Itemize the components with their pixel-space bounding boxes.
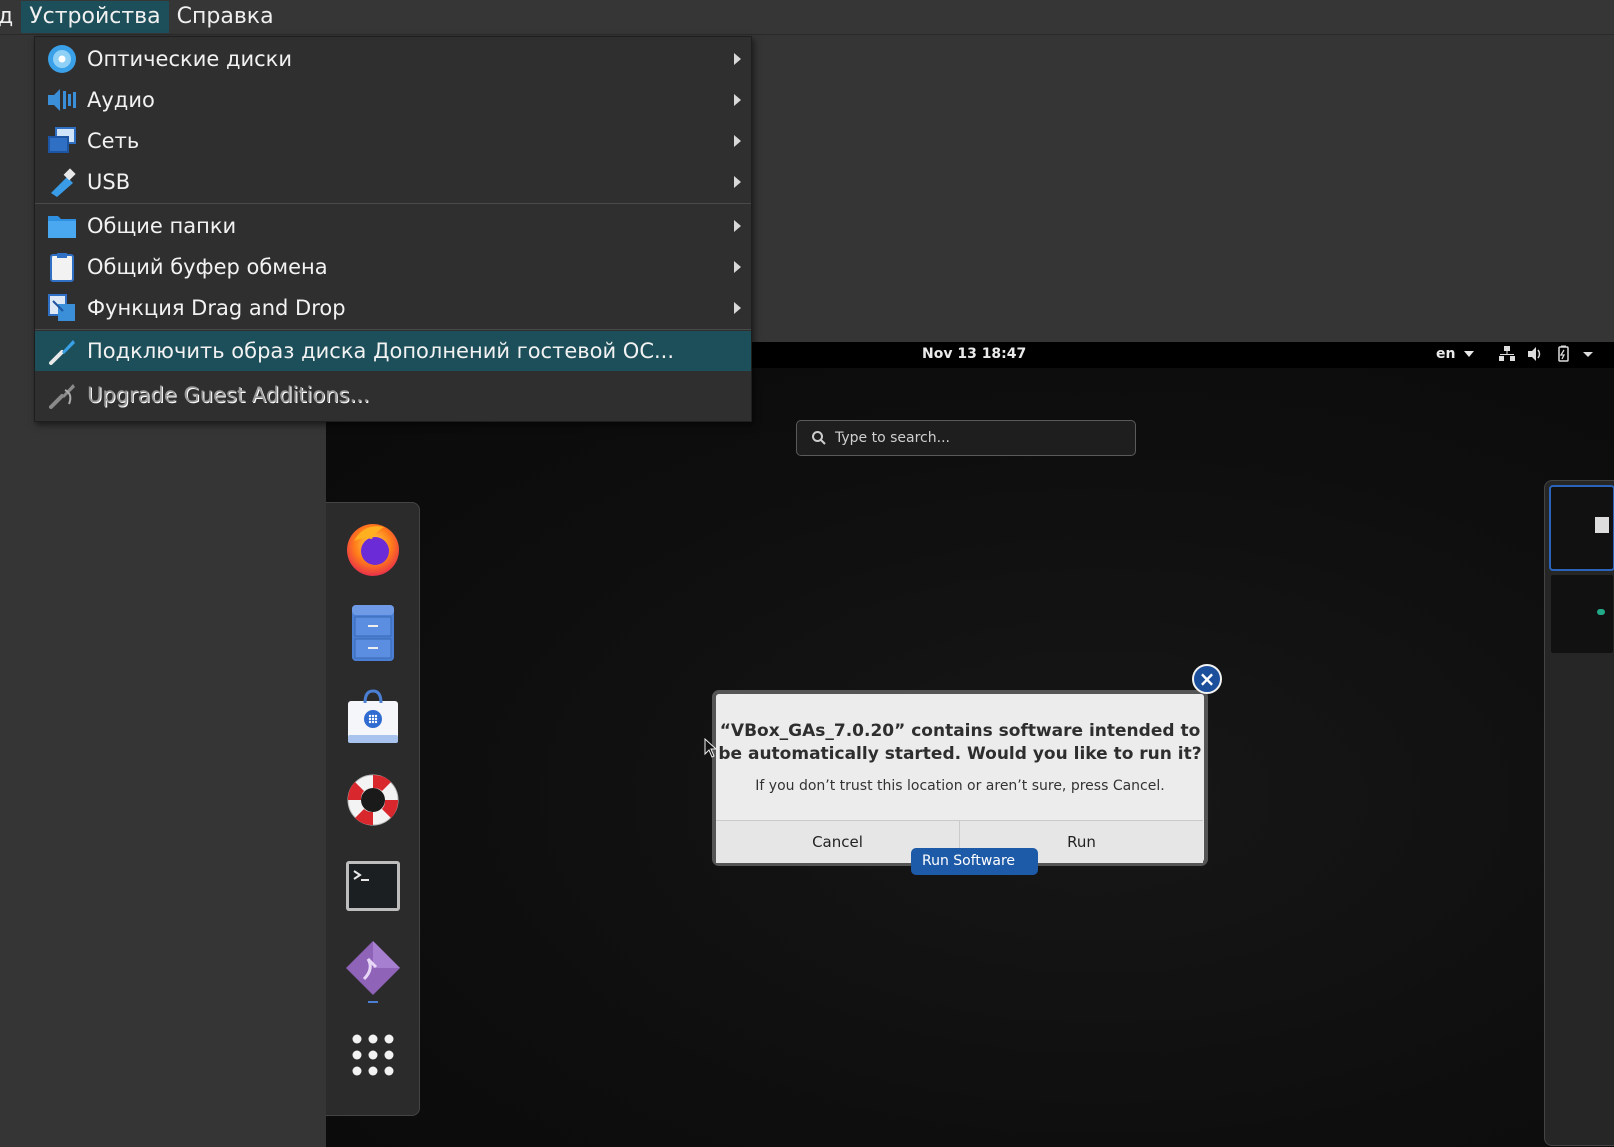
close-icon[interactable]: × [1192, 664, 1222, 694]
menu-item-network[interactable]: Сеть [35, 121, 751, 161]
menu-devices[interactable]: Устройства [21, 1, 169, 33]
network-icon [1498, 345, 1516, 363]
help-lifebuoy-icon[interactable] [344, 771, 402, 829]
menu-item-label: Функция Drag and Drop [87, 296, 346, 320]
virtualbox-additions-icon[interactable] [344, 939, 402, 1003]
submenu-arrow-icon [734, 220, 741, 232]
clipboard-icon [50, 253, 74, 282]
chevron-down-icon [1464, 351, 1475, 357]
file-cabinet-icon[interactable] [344, 603, 402, 661]
shared-folder-icon [48, 216, 76, 238]
software-store-icon[interactable] [344, 687, 402, 745]
mouse-cursor-icon [704, 738, 718, 758]
submenu-arrow-icon [734, 135, 741, 147]
search-icon [812, 431, 826, 445]
menu-item-label: Upgrade Guest Additions... [87, 383, 370, 407]
menu-item-audio[interactable]: Аудио [35, 80, 751, 120]
workspace-thumbnail-1[interactable] [1549, 485, 1614, 571]
menu-item-label: Общий буфер обмена [87, 255, 328, 279]
show-apps-icon[interactable] [344, 1023, 402, 1081]
menu-item-label: Сеть [87, 129, 140, 153]
language-label: en [1436, 346, 1456, 362]
menu-item-label: Аудио [87, 88, 155, 112]
dialog-title-line: be automatically started. Would you like… [718, 744, 1202, 764]
workspace-switcher [1544, 480, 1614, 1146]
clock[interactable]: Nov 13 18:47 [922, 346, 1026, 362]
battery-icon [1554, 345, 1572, 363]
keyboard-layout-indicator[interactable]: en [1436, 346, 1475, 362]
menu-item-label: USB [87, 170, 131, 194]
autorun-dialog: “VBox_GAs_7.0.20” contains software inte… [712, 690, 1208, 866]
menu-item-insert-guest-additions[interactable]: Подключить образ диска Дополнений гостев… [35, 331, 751, 371]
dialog-subtitle: If you don’t trust this location or aren… [755, 778, 1165, 794]
menu-item-usb[interactable]: USB [35, 162, 751, 202]
menu-item-upgrade-guest-additions[interactable]: Upgrade Guest Additions... [35, 375, 751, 415]
menu-item-label: Общие папки [87, 214, 237, 238]
network-icon [48, 127, 76, 153]
menu-help[interactable]: Справка [169, 1, 282, 33]
submenu-arrow-icon [734, 94, 741, 106]
activities-overview: Type to search... “VBox_GAs_7.0.20” cont… [326, 368, 1614, 1147]
search-input[interactable]: Type to search... [796, 420, 1136, 456]
run-software-tooltip: Run Software [911, 848, 1038, 875]
workspace-thumbnail-2[interactable] [1551, 575, 1613, 653]
host-menubar: д Устройства Справка [0, 0, 1614, 35]
audio-icon [48, 89, 76, 111]
drag-drop-icon [48, 294, 75, 321]
menu-item-label: Оптические диски [87, 47, 292, 71]
submenu-arrow-icon [734, 302, 741, 314]
menu-item-optical-disks[interactable]: Оптические диски [35, 39, 751, 79]
menu-item-drag-and-drop[interactable]: Функция Drag and Drop [35, 288, 751, 328]
menu-item-shared-clipboard[interactable]: Общий буфер обмена [35, 247, 751, 287]
menu-separator [35, 329, 751, 330]
firefox-icon[interactable] [344, 519, 402, 577]
menu-item-shared-folders[interactable]: Общие папки [35, 206, 751, 246]
guest-additions-icon [49, 340, 75, 365]
optical-disc-icon [48, 45, 76, 73]
menu-item-label: Подключить образ диска Дополнений гостев… [87, 339, 675, 363]
chevron-down-icon [1582, 345, 1600, 363]
menu-input[interactable]: д [0, 1, 21, 33]
dialog-title: “VBox_GAs_7.0.20” contains software inte… [716, 720, 1204, 766]
dash [326, 502, 420, 1116]
terminal-icon[interactable] [344, 857, 402, 915]
usb-icon [51, 168, 76, 197]
submenu-arrow-icon [734, 261, 741, 273]
system-tray[interactable] [1498, 345, 1600, 363]
devices-menu: Оптические диски Аудио Сеть USB Общие па… [34, 36, 752, 422]
menu-separator [35, 203, 751, 204]
upgrade-guest-additions-icon [49, 384, 75, 409]
submenu-arrow-icon [734, 176, 741, 188]
guest-screen[interactable]: Nov 13 18:47 en Type to search... “VBox_… [326, 342, 1614, 1147]
window-preview [1597, 609, 1605, 615]
search-placeholder: Type to search... [835, 430, 950, 446]
volume-icon [1526, 345, 1544, 363]
submenu-arrow-icon [734, 53, 741, 65]
window-preview [1595, 517, 1609, 533]
dialog-title-line: “VBox_GAs_7.0.20” contains software inte… [719, 721, 1201, 741]
